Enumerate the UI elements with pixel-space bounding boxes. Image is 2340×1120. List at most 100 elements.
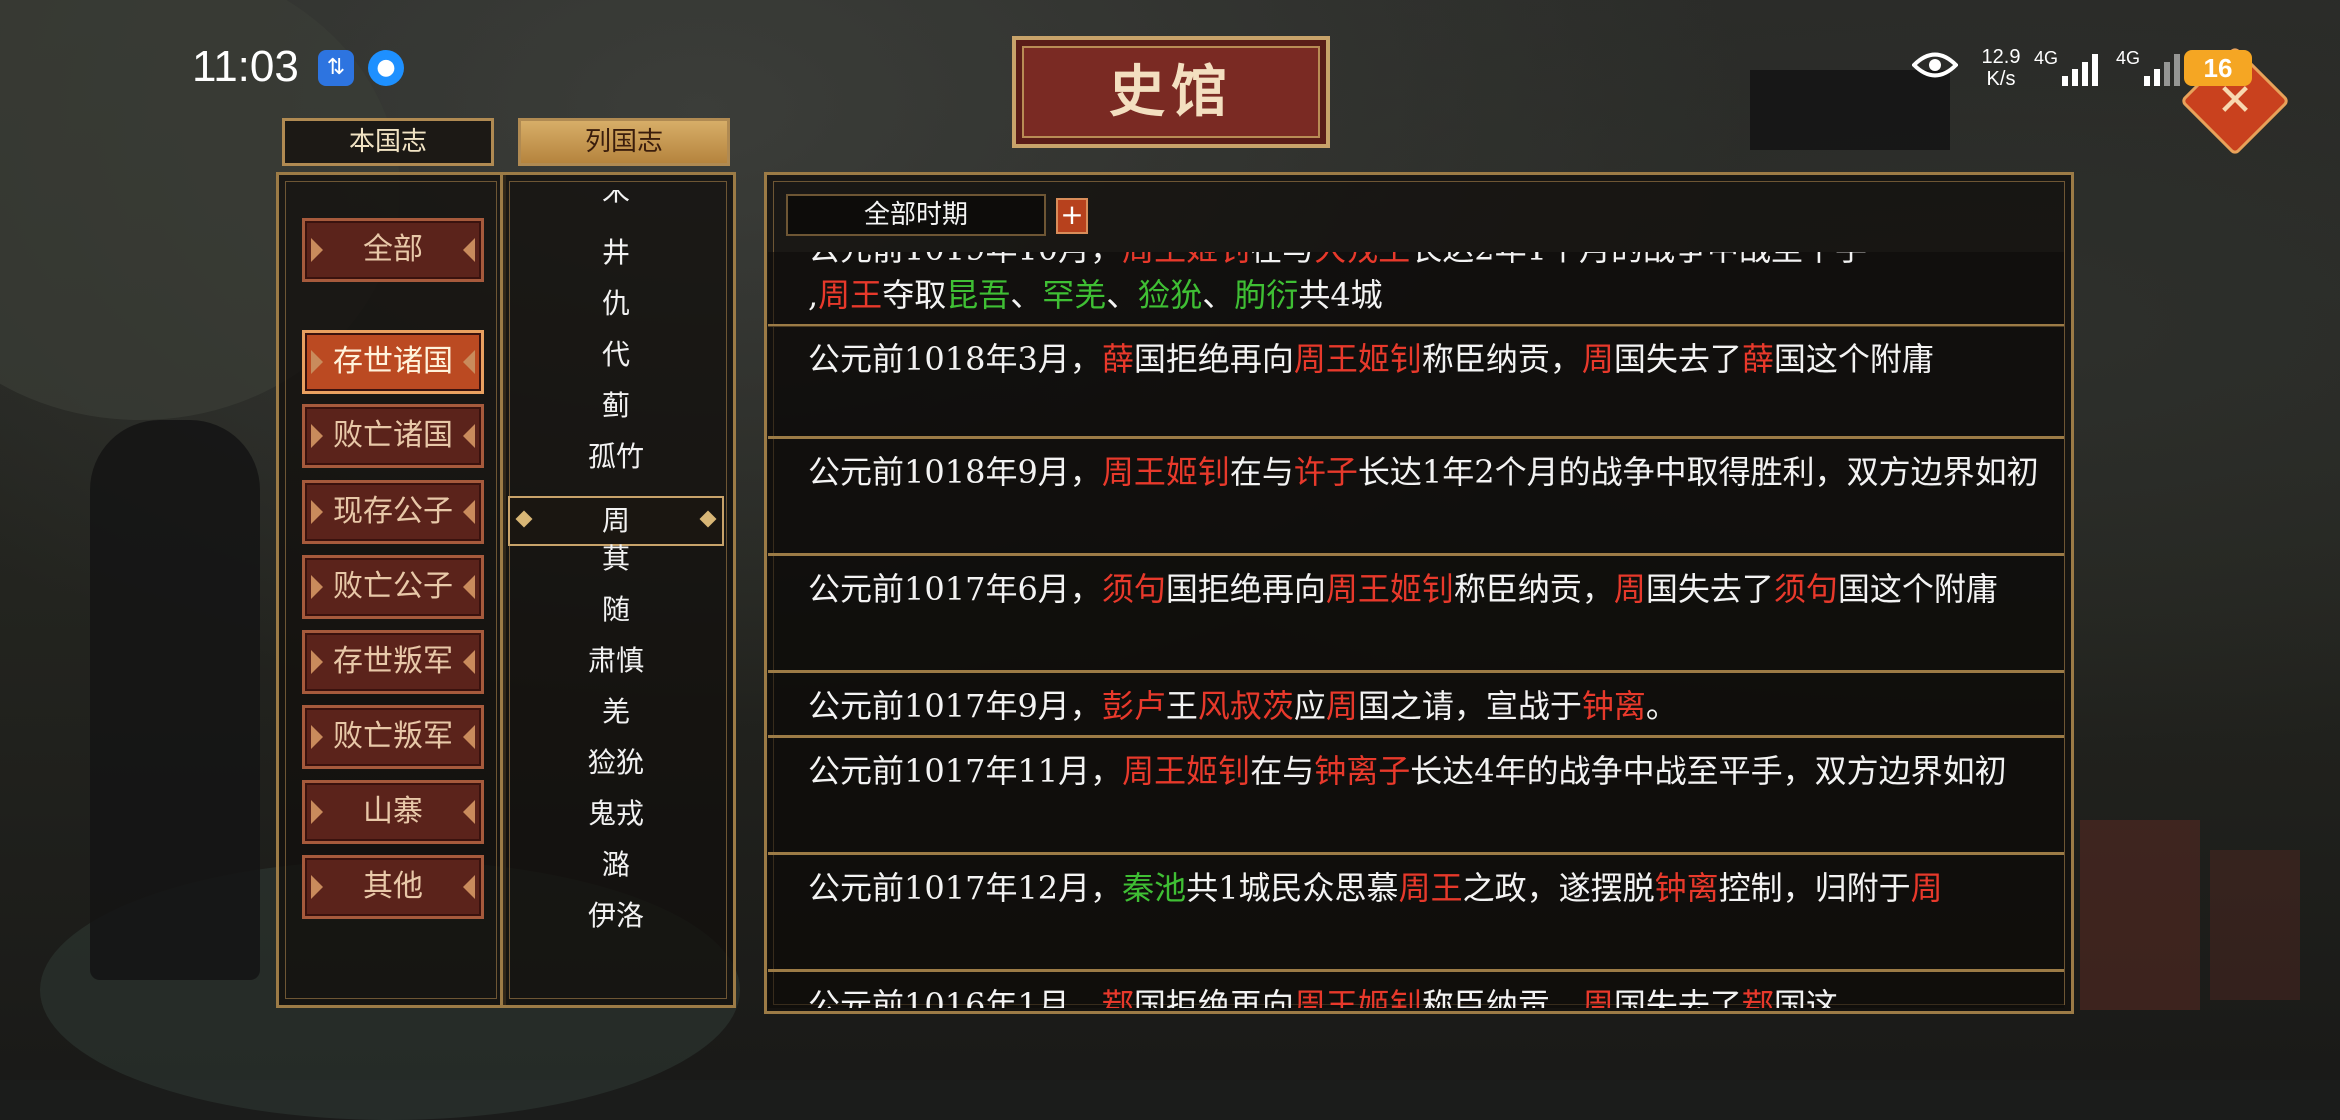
log-text: 国拒绝再向: [1133, 986, 1294, 1008]
log-text: 在与: [1250, 752, 1315, 790]
log-text: 、: [1106, 276, 1139, 314]
log-name-red: 周王姬钊: [1101, 453, 1230, 491]
log-name-red: 周: [1613, 570, 1646, 608]
page-title: 史馆: [1012, 36, 1330, 148]
state-item[interactable]: 宋: [506, 190, 726, 214]
category-existing-princes[interactable]: 现存公子: [302, 480, 484, 544]
log-name-red: 周王姬钊: [1293, 340, 1422, 378]
log-entry: 公元前1016年1月，鄀国拒绝再向周王姬钊称臣纳贡，周国失去了鄀国这: [768, 972, 2064, 1008]
log-entry: 公元前1017年6月，须句国拒绝再向周王姬钊称臣纳贡，周国失去了须句国这个附庸: [768, 556, 2064, 673]
log-text: 长达4年的战争中战至平手，双方边界如初: [1410, 752, 2007, 790]
log-name-red: 周: [1581, 340, 1614, 378]
message-app-icon: ●: [368, 50, 404, 86]
battery-indicator: 16: [2184, 50, 2252, 86]
log-entry: 公元前1017年11月，周王姬钊在与钟离子长达4年的战争中战至平手，双方边界如初: [768, 738, 2064, 855]
log-text: 国这个附庸: [1837, 570, 1998, 608]
log-text: 公元前1017年12月，: [808, 869, 1123, 907]
category-all[interactable]: 全部: [302, 218, 484, 282]
state-item[interactable]: 萁: [506, 536, 726, 582]
log-entry: 公元前1018年3月，薛国拒绝再向周王姬钊称臣纳贡，周国失去了薛国这个附庸: [768, 326, 2064, 439]
signal-icon-1: [2062, 52, 2106, 86]
state-item[interactable]: 潞: [506, 842, 726, 888]
category-fallen-princes[interactable]: 败亡公子: [302, 555, 484, 619]
state-list: 宋 井 仇 代 蓟 孤竹 周 萁 随 肃慎 羌 猃狁 鬼戎 潞 伊洛: [506, 190, 726, 960]
signal-icon-2: [2144, 52, 2188, 86]
log-text: 公元前1018年3月，: [808, 340, 1102, 378]
state-item[interactable]: 随: [506, 587, 726, 633]
state-item[interactable]: 猃狁: [506, 740, 726, 786]
log-city-green: 秦池: [1122, 869, 1187, 907]
log-name-red: 周王姬钊: [1293, 986, 1422, 1008]
log-text: 在与: [1229, 453, 1294, 491]
log-name-red: 周: [1325, 687, 1358, 725]
log-entry: 公元前1018年9月，周王姬钊在与许子长达1年2个月的战争中取得胜利，双方边界如…: [768, 439, 2064, 556]
log-text: 共1城民众思慕: [1186, 869, 1399, 907]
log-name-red: 钟离: [1654, 869, 1719, 907]
log-entry-text: 公元前1016年1月，鄀国拒绝再向周王姬钊称臣纳贡，周国失去了鄀国这: [808, 982, 2048, 1008]
state-item[interactable]: 仇: [506, 281, 726, 327]
state-item[interactable]: 代: [506, 332, 726, 378]
log-entry-text: 公元前1017年12月，秦池共1城民众思慕周王之政，遂摆脱钟离控制，归附于周: [808, 865, 2048, 912]
log-text: 之政，遂摆脱: [1462, 869, 1655, 907]
state-item[interactable]: 井: [506, 230, 726, 276]
net-speed: 12.9 K/s: [1981, 46, 2021, 90]
tab-states-annals[interactable]: 列国志: [518, 118, 730, 166]
history-log-list: 公元前1019年10月，周王姬钊在与大戎王长达2年1个月的战争中战至平手 ,周王…: [768, 252, 2064, 1008]
log-text: 国失去了: [1613, 986, 1742, 1008]
log-text: ,: [808, 276, 819, 314]
state-item[interactable]: 伊洛: [506, 893, 726, 939]
data-transfer-icon: ⇅: [318, 50, 354, 86]
log-name-red: 鄀: [1741, 986, 1774, 1008]
log-entry-text: 公元前1018年9月，周王姬钊在与许子长达1年2个月的战争中取得胜利，双方边界如…: [808, 449, 2048, 496]
log-name-red: 风叔茨: [1197, 687, 1294, 725]
state-item[interactable]: 蓟: [506, 383, 726, 429]
state-item[interactable]: 羌: [506, 689, 726, 735]
log-name-red: 钟离子: [1314, 752, 1411, 790]
log-name-red: 周王: [818, 276, 883, 314]
log-city-green: 猃狁: [1138, 276, 1203, 314]
log-text: 长达1年2个月的战争中取得胜利，双方边界如初: [1357, 453, 2039, 491]
category-existing-states[interactable]: 存世诸国: [302, 330, 484, 394]
log-text: 国失去了: [1645, 570, 1774, 608]
log-text: 称臣纳贡，: [1453, 570, 1614, 608]
log-name-red: 周王姬钊: [1122, 252, 1250, 268]
log-text: 公元前1017年6月，: [808, 570, 1102, 608]
log-city-green: 罕羌: [1042, 276, 1107, 314]
log-name-red: 须句: [1101, 570, 1166, 608]
log-text: 在与: [1250, 252, 1314, 268]
state-item[interactable]: 肃慎: [506, 638, 726, 684]
period-filter-dropdown[interactable]: 全部时期: [786, 194, 1046, 236]
log-text: 称臣纳贡，: [1421, 986, 1582, 1008]
log-name-red: 周王姬钊: [1325, 570, 1454, 608]
state-item[interactable]: 鬼戎: [506, 791, 726, 837]
log-text: 国这个附庸: [1773, 340, 1934, 378]
log-name-red: 钟离: [1581, 687, 1646, 725]
log-text: 公元前1016年1月，: [808, 986, 1102, 1008]
log-text: 公元前1017年11月，: [808, 752, 1123, 790]
category-other[interactable]: 其他: [302, 855, 484, 919]
tab-native-annals[interactable]: 本国志: [282, 118, 494, 166]
log-text: 公元前1018年9月，: [808, 453, 1102, 491]
log-name-red: 彭卢: [1101, 687, 1166, 725]
category-bandits[interactable]: 山寨: [302, 780, 484, 844]
log-name-red: 大戎王: [1314, 252, 1410, 268]
log-name-red: 薛: [1741, 340, 1774, 378]
category-fallen-states[interactable]: 败亡诸国: [302, 404, 484, 468]
log-text: 国拒绝再向: [1165, 570, 1326, 608]
log-text: 称臣纳贡，: [1421, 340, 1582, 378]
log-entry-text: 公元前1017年6月，须句国拒绝再向周王姬钊称臣纳贡，周国失去了须句国这个附庸: [808, 566, 2048, 613]
log-name-red: 周王姬钊: [1122, 752, 1251, 790]
log-text: 王: [1165, 687, 1198, 725]
log-text: 共4城: [1298, 276, 1383, 314]
state-item[interactable]: 孤竹: [506, 434, 726, 480]
category-existing-rebels[interactable]: 存世叛军: [302, 630, 484, 694]
category-fallen-rebels[interactable]: 败亡叛军: [302, 705, 484, 769]
log-entry: 公元前1017年12月，秦池共1城民众思慕周王之政，遂摆脱钟离控制，归附于周: [768, 855, 2064, 972]
expand-filter-button[interactable]: +: [1056, 198, 1088, 234]
log-entry-text: 公元前1018年3月，薛国拒绝再向周王姬钊称臣纳贡，周国失去了薛国这个附庸: [808, 336, 2048, 383]
log-text: 国拒绝再向: [1133, 340, 1294, 378]
log-entry-text: 公元前1017年9月，彭卢王风叔茨应周国之请，宣战于钟离。: [808, 683, 2048, 730]
log-text: 公元前1019年10月，: [808, 252, 1122, 268]
log-entry: 公元前1017年9月，彭卢王风叔茨应周国之请，宣战于钟离。: [768, 673, 2064, 738]
log-text: 、: [1010, 276, 1043, 314]
